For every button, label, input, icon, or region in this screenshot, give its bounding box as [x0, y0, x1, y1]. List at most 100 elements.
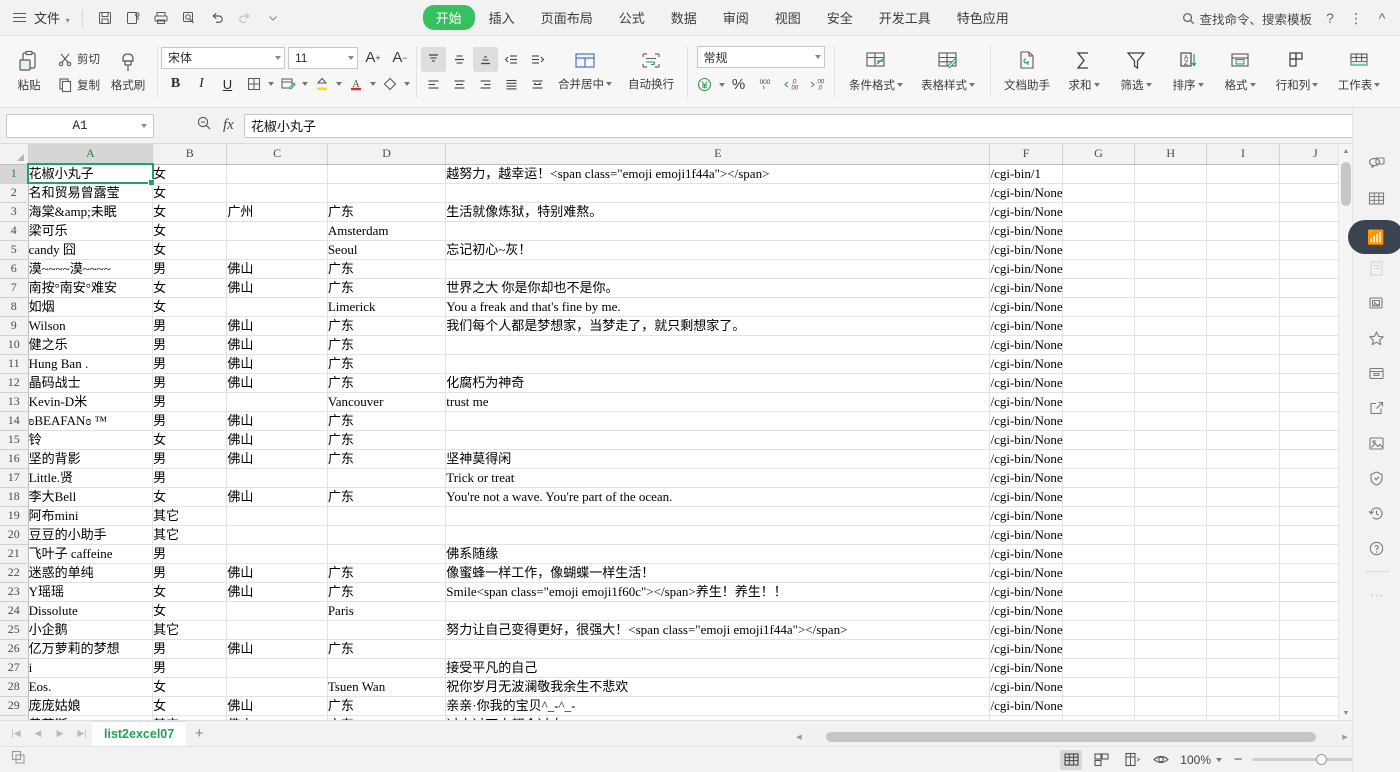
add-sheet-button[interactable]: + [186, 721, 212, 747]
zoom-level[interactable]: 100% [1180, 753, 1222, 767]
chevron-down-icon[interactable] [897, 83, 903, 87]
cell-F12[interactable]: /cgi-bin/None [989, 373, 1063, 393]
column-header-g[interactable]: G [1062, 144, 1136, 165]
cell-B18[interactable]: 女 [152, 487, 228, 507]
row-header-18[interactable]: 18 [0, 487, 29, 507]
cell-E21[interactable]: 佛系随缘 [445, 544, 991, 564]
cell-B16[interactable]: 男 [152, 449, 228, 469]
decrease-font-size-button[interactable]: A − [388, 47, 412, 69]
cell-G7[interactable] [1062, 278, 1136, 298]
column-header-f[interactable]: F [989, 144, 1063, 165]
cell-H16[interactable] [1134, 449, 1208, 469]
table-row[interactable]: 25 小企鹅 其它 努力让自己变得更好，很强大！<span class="emoji … [0, 620, 1352, 640]
cell-C10[interactable]: 佛山 [226, 335, 328, 355]
cell-E9[interactable]: 我们每个人都是梦想家，当梦走了，就只剩想家了。 [445, 316, 991, 336]
cell-C5[interactable] [226, 240, 328, 260]
cell-F7[interactable]: /cgi-bin/None [989, 278, 1063, 298]
cell-C17[interactable] [226, 468, 328, 488]
cell-G21[interactable] [1062, 544, 1136, 564]
cell-G25[interactable] [1062, 620, 1136, 640]
cell-D17[interactable] [327, 468, 447, 488]
freeze-button[interactable]: 冻结 [1390, 40, 1400, 104]
cell-C28[interactable] [226, 677, 328, 697]
cell-B21[interactable]: 男 [152, 544, 228, 564]
chevron-down-icon[interactable] [606, 82, 612, 86]
history-icon[interactable] [1360, 497, 1394, 529]
cell-A15[interactable]: 铃 [28, 430, 154, 450]
tab-insert[interactable]: 插入 [477, 5, 527, 30]
table-row[interactable]: 19 阿布mini 其它/cgi-bin/None [0, 506, 1352, 526]
name-box[interactable]: A1 [6, 113, 154, 138]
cell-B14[interactable]: 男 [152, 411, 228, 431]
cell-B11[interactable]: 男 [152, 354, 228, 374]
cell-E26[interactable] [445, 639, 991, 659]
cell-C24[interactable] [226, 601, 328, 621]
row-header-14[interactable]: 14 [0, 411, 29, 431]
cell-I20[interactable] [1206, 525, 1280, 545]
table-row[interactable]: 21 飞叶子 caffeine 男 佛系随缘/cgi-bin/None [0, 544, 1352, 564]
scroll-up-icon[interactable]: ▲ [1339, 144, 1353, 158]
cell-H18[interactable] [1134, 487, 1208, 507]
cell-E10[interactable] [445, 335, 991, 355]
table-row[interactable]: 3 海棠&amp;未眠 女 广州 广东 生活就像炼狱，特别难熬。 /cgi-bin/None [0, 202, 1352, 222]
cell-A27[interactable]: i [28, 658, 154, 678]
align-middle-button[interactable] [447, 47, 472, 72]
table-row[interactable]: 15 铃 女 佛山 广东/cgi-bin/None [0, 430, 1352, 450]
borders-button[interactable] [241, 72, 266, 97]
row-header-12[interactable]: 12 [0, 373, 29, 393]
cell-H13[interactable] [1134, 392, 1208, 412]
cell-D4[interactable]: Amsterdam [327, 221, 447, 241]
cell-G1[interactable] [1062, 164, 1136, 184]
table-row[interactable]: 20 豆豆的小助手 其它/cgi-bin/None [0, 525, 1352, 545]
cell-D10[interactable]: 广东 [327, 335, 447, 355]
formula-input[interactable]: 花椒小丸子 [243, 113, 1364, 138]
cell-E24[interactable] [445, 601, 991, 621]
cell-B23[interactable]: 女 [152, 582, 228, 602]
image-panel-icon[interactable] [1360, 287, 1394, 319]
table-row[interactable]: 4 梁可乐 女 Amsterdam/cgi-bin/None [0, 221, 1352, 241]
cell-A16[interactable]: 坚的背影 [28, 449, 154, 469]
more-dots-icon[interactable] [1360, 579, 1394, 611]
cell-C2[interactable] [226, 183, 328, 203]
sheet-tab-list2excel07[interactable]: list2excel07 [92, 720, 187, 747]
cell-I18[interactable] [1206, 487, 1280, 507]
cell-C4[interactable] [226, 221, 328, 241]
cell-B12[interactable]: 男 [152, 373, 228, 393]
cell-E5[interactable]: 忘记初心~灰！ [445, 240, 991, 260]
cell-C1[interactable] [226, 164, 328, 184]
cell-G27[interactable] [1062, 658, 1136, 678]
cell-F22[interactable]: /cgi-bin/None [989, 563, 1063, 583]
table-row[interactable]: 1 花椒小丸子 女 越努力，越幸运！<span class="emoji emoji1… [0, 163, 1352, 185]
cell-I17[interactable] [1206, 468, 1280, 488]
cell-C14[interactable]: 佛山 [226, 411, 328, 431]
cell-A20[interactable]: 豆豆的小助手 [28, 525, 154, 545]
highlight-color-button[interactable] [309, 72, 334, 97]
chevron-down-icon[interactable] [404, 82, 410, 86]
cell-D9[interactable]: 广东 [327, 316, 447, 336]
cell-I29[interactable] [1206, 696, 1280, 716]
cell-G29[interactable] [1062, 696, 1136, 716]
cell-B22[interactable]: 男 [152, 563, 228, 583]
cell-F26[interactable]: /cgi-bin/None [989, 639, 1063, 659]
cell-style-button[interactable] [275, 72, 300, 97]
row-header-20[interactable]: 20 [0, 525, 29, 545]
help-icon[interactable]: ? [1318, 6, 1342, 30]
row-header-15[interactable]: 15 [0, 430, 29, 450]
cell-H8[interactable] [1134, 297, 1208, 317]
cell-E12[interactable]: 化腐朽为神奇 [445, 373, 991, 393]
cell-B17[interactable]: 男 [152, 468, 228, 488]
table-row[interactable]: 14 ʚBEAFANɞ ™ 男 佛山 广东/cgi-bin/None [0, 411, 1352, 431]
row-header-22[interactable]: 22 [0, 563, 29, 583]
row-header-1[interactable]: 1 [0, 164, 29, 184]
cell-B24[interactable]: 女 [152, 601, 228, 621]
print-icon[interactable] [148, 6, 174, 30]
scroll-down-icon[interactable]: ▼ [1339, 706, 1353, 720]
format-button[interactable]: 格式 [1214, 40, 1266, 104]
horizontal-scroll-track[interactable] [806, 732, 1338, 742]
picture-icon[interactable] [1360, 427, 1394, 459]
cell-C20[interactable] [226, 525, 328, 545]
cell-F4[interactable]: /cgi-bin/None [989, 221, 1063, 241]
cell-C23[interactable]: 佛山 [226, 582, 328, 602]
rows-cols-button[interactable]: 行和列 [1266, 40, 1328, 104]
align-right-button[interactable] [473, 72, 498, 97]
